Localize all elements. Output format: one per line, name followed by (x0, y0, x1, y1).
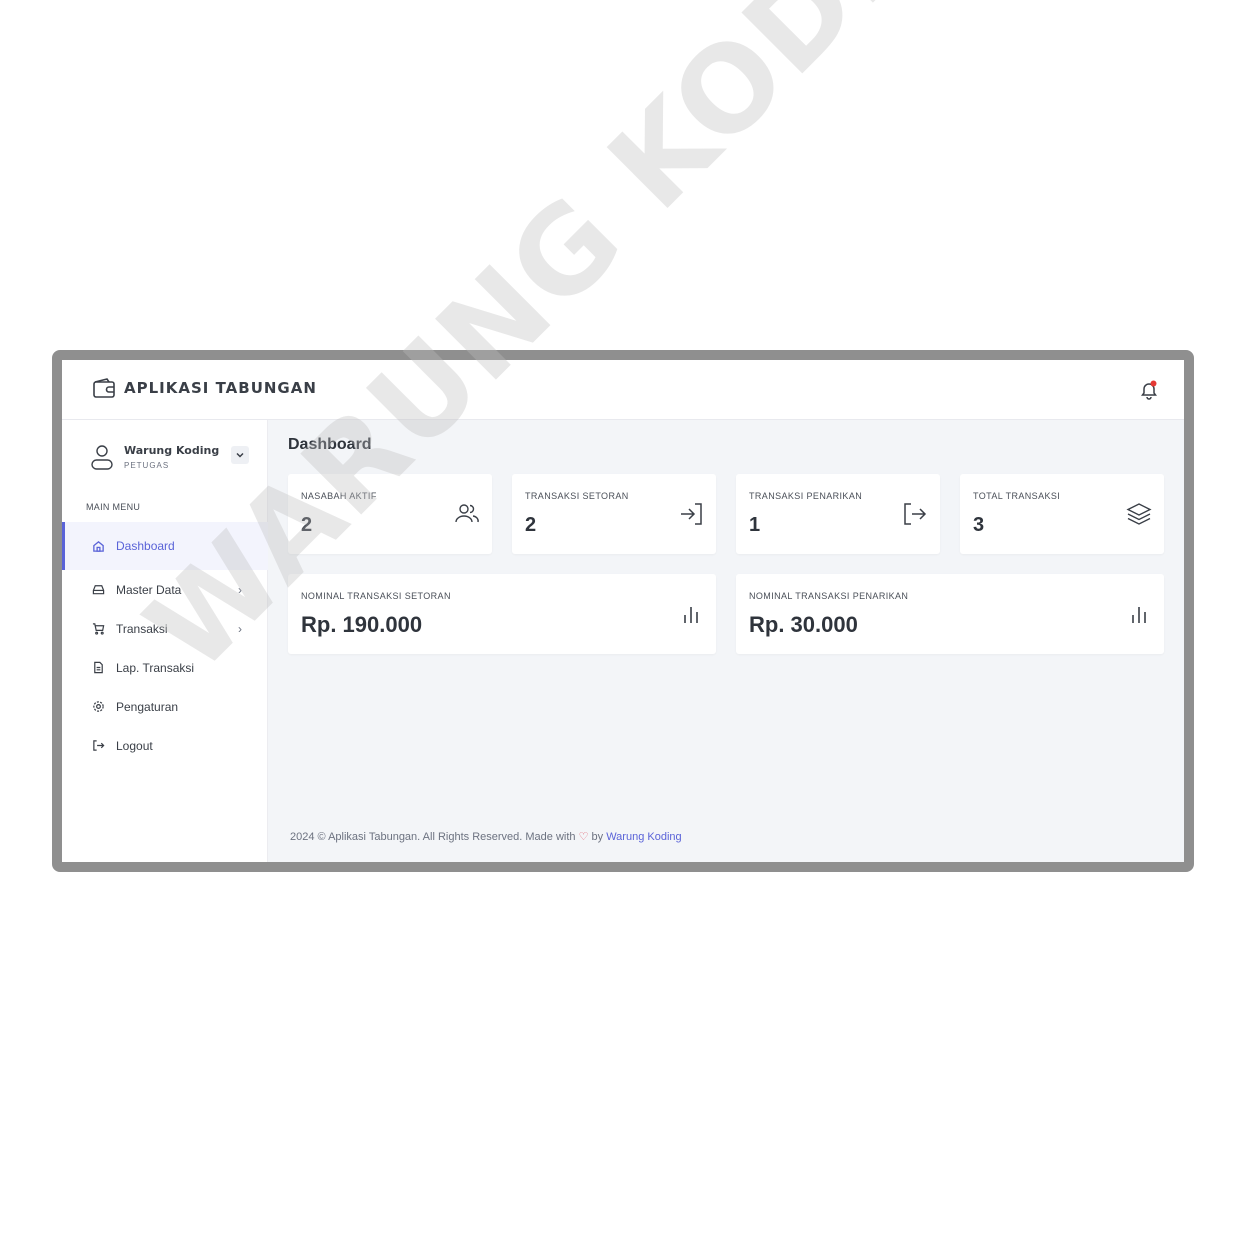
total-value: Rp. 190.000 (301, 612, 423, 637)
stat-card-nasabah-aktif: NASABAH AKTIF 2 (288, 474, 492, 554)
menu-title: MAIN MENU (86, 502, 141, 512)
page-title: Dashboard (288, 436, 372, 453)
app-title: APLIKASI TABUNGAN (124, 379, 317, 397)
login-icon (681, 503, 702, 525)
cart-icon (92, 623, 105, 635)
user-role: PETUGAS (124, 461, 170, 470)
sidebar-item-label: Logout (116, 738, 153, 753)
layers-icon (1126, 503, 1152, 525)
total-card-setoran: NOMINAL TRANSAKSI SETORAN Rp. 190.000 (288, 574, 716, 654)
sidebar-item-lap-transaksi[interactable]: Lap. Transaksi (62, 648, 268, 687)
total-label: NOMINAL TRANSAKSI PENARIKAN (749, 591, 909, 601)
stat-card-transaksi-setoran: TRANSAKSI SETORAN 2 (512, 474, 716, 554)
sidebar-item-dashboard[interactable]: Dashboard (62, 522, 268, 570)
gear-icon (93, 701, 104, 712)
logout-icon (93, 740, 105, 751)
stat-value: 2 (525, 514, 537, 536)
main-content: Dashboard NASABAH AKTIF 2 TRANSAKSI SETO… (268, 420, 1184, 862)
stat-label: TRANSAKSI PENARIKAN (749, 491, 863, 501)
sidebar: Warung Koding PETUGAS MAIN MENU Dashboar… (62, 420, 268, 862)
bar-chart-icon (684, 607, 698, 623)
app-window: APLIKASI TABUNGAN Warung Koding PETUGAS … (52, 350, 1194, 872)
sidebar-item-label: Pengaturan (116, 699, 179, 714)
chevron-right-icon: › (238, 621, 242, 636)
user-icon (91, 445, 113, 470)
stat-label: TRANSAKSI SETORAN (525, 491, 629, 501)
chevron-right-icon: › (238, 582, 242, 597)
bar-chart-icon (1132, 607, 1146, 623)
stat-value: 2 (301, 514, 313, 536)
sidebar-item-transaksi[interactable]: Transaksi › (62, 609, 268, 648)
stat-label: TOTAL TRANSAKSI (973, 491, 1061, 501)
footer-text: 2024 © Aplikasi Tabungan. All Rights Res… (290, 831, 576, 843)
total-value: Rp. 30.000 (749, 612, 858, 637)
total-card-penarikan: NOMINAL TRANSAKSI PENARIKAN Rp. 30.000 (736, 574, 1164, 654)
sidebar-item-pengaturan[interactable]: Pengaturan (62, 687, 268, 726)
footer-by: by (591, 831, 604, 843)
wallet-icon (93, 378, 115, 398)
total-label: NOMINAL TRANSAKSI SETORAN (301, 591, 451, 601)
drive-icon (92, 585, 105, 595)
sidebar-item-logout[interactable]: Logout (62, 726, 268, 765)
stat-value: 3 (973, 514, 985, 536)
footer-link[interactable]: Warung Koding (606, 831, 681, 843)
main-menu: Dashboard Master Data › Transaksi › Lap.… (62, 522, 268, 765)
user-profile[interactable]: Warung Koding PETUGAS (90, 440, 253, 474)
user-name: Warung Koding (124, 444, 220, 457)
home-icon (93, 540, 104, 552)
sidebar-item-master-data[interactable]: Master Data › (62, 570, 268, 609)
stat-value: 1 (749, 514, 761, 536)
stat-label: NASABAH AKTIF (301, 491, 377, 501)
sidebar-item-label: Lap. Transaksi (116, 660, 195, 675)
logout-icon (904, 503, 927, 525)
notification-bell-icon[interactable] (1140, 380, 1158, 400)
topbar: APLIKASI TABUNGAN (62, 360, 1184, 420)
heart-icon: ♡ (578, 831, 589, 843)
document-icon (94, 661, 103, 674)
footer: 2024 © Aplikasi Tabungan. All Rights Res… (290, 830, 682, 843)
users-icon (455, 504, 479, 523)
stat-card-total-transaksi: TOTAL TRANSAKSI 3 (960, 474, 1164, 554)
sidebar-item-label: Master Data (116, 582, 182, 597)
sidebar-item-label: Transaksi (116, 621, 168, 636)
sidebar-item-label: Dashboard (116, 539, 175, 553)
brand[interactable]: APLIKASI TABUNGAN (92, 377, 317, 399)
user-menu-toggle[interactable] (231, 446, 249, 464)
stat-card-transaksi-penarikan: TRANSAKSI PENARIKAN 1 (736, 474, 940, 554)
chevron-down-icon (236, 452, 244, 458)
